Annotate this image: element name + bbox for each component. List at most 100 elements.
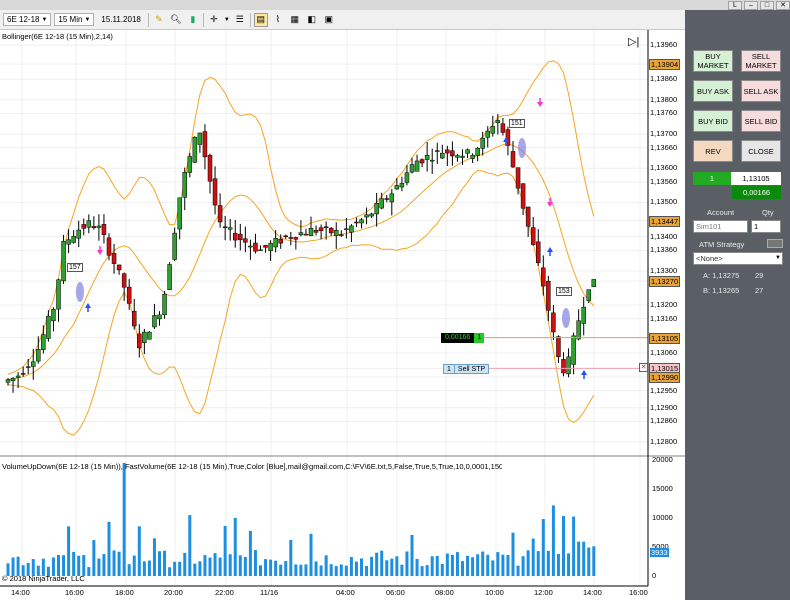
unrealized-pnl: 0,00166 bbox=[732, 186, 781, 199]
candle-body bbox=[36, 349, 41, 362]
candle-body bbox=[293, 237, 299, 240]
cancel-order-icon[interactable]: ✕ bbox=[639, 363, 648, 372]
indicators-icon[interactable]: ⌇ bbox=[271, 13, 285, 27]
close-icon[interactable]: ✕ bbox=[776, 0, 790, 10]
volume-bar bbox=[193, 563, 197, 576]
volume-bar bbox=[329, 564, 333, 576]
volume-bar bbox=[486, 554, 490, 576]
candle-body bbox=[541, 267, 546, 287]
price-axis-tick: 1,13860 bbox=[650, 74, 678, 84]
draw-pencil-icon[interactable]: ✎ bbox=[152, 13, 166, 27]
candle-body bbox=[172, 232, 177, 260]
sell-bid-button[interactable]: SELL BID bbox=[741, 110, 781, 132]
candle-body bbox=[576, 320, 581, 340]
candle-body bbox=[116, 264, 122, 271]
time-axis-tick: 12:00 bbox=[534, 588, 553, 597]
candle-body bbox=[536, 241, 541, 263]
interval-selector[interactable]: 15 Min ▼ bbox=[54, 13, 95, 26]
crosshair-icon[interactable]: ✛ bbox=[207, 13, 221, 27]
bid-price: B: 1,13265 bbox=[703, 286, 740, 295]
bar-type-icon[interactable]: ▮ bbox=[186, 13, 200, 27]
candle-body bbox=[288, 237, 294, 239]
window-titlebar: L – □ ✕ bbox=[0, 0, 790, 10]
volume-bar bbox=[299, 564, 303, 576]
volume-bar bbox=[339, 564, 343, 576]
time-axis-tick: 10:00 bbox=[485, 588, 504, 597]
sell-market-button[interactable]: SELL MARKET bbox=[741, 50, 781, 72]
candle-body bbox=[187, 156, 193, 173]
volume-bar bbox=[491, 560, 495, 576]
sell-ask-button[interactable]: SELL ASK bbox=[741, 80, 781, 102]
buy-market-button[interactable]: BUY MARKET bbox=[693, 50, 733, 72]
signal-ellipse bbox=[76, 282, 84, 302]
magnifier-icon[interactable]: 🔍︎ bbox=[169, 13, 183, 27]
candle-body bbox=[409, 164, 415, 173]
volume-bar bbox=[324, 555, 328, 576]
candle-body bbox=[66, 239, 71, 245]
volume-bar bbox=[435, 555, 439, 576]
volume-bar bbox=[127, 564, 131, 576]
candle-body bbox=[520, 183, 526, 209]
candle-body bbox=[121, 273, 127, 288]
position-qty-value: 1 bbox=[474, 333, 485, 343]
position-pnl-marker[interactable]: 0,00166 1 bbox=[441, 333, 485, 343]
chevron-down-icon[interactable]: ▼ bbox=[224, 17, 230, 23]
close-position-button[interactable]: CLOSE bbox=[741, 140, 781, 162]
volume-bar bbox=[67, 526, 71, 576]
stop-order-marker[interactable]: 1 Sell STP bbox=[443, 364, 490, 374]
volume-bar bbox=[152, 538, 156, 576]
candle-body bbox=[263, 245, 268, 248]
snapshot-icon[interactable]: ▣ bbox=[322, 13, 336, 27]
layout-button[interactable]: L bbox=[728, 0, 742, 10]
candle-body bbox=[364, 214, 369, 218]
qty-stepper[interactable]: 1 bbox=[751, 220, 781, 233]
maximize-icon[interactable]: □ bbox=[760, 0, 774, 10]
account-select[interactable]: Sim101 bbox=[693, 220, 748, 233]
candle-body bbox=[238, 233, 243, 241]
price-chart[interactable] bbox=[0, 30, 685, 600]
chart-panel[interactable]: Bollinger(6E 12-18 (15 Min),2,14) Volume… bbox=[0, 30, 685, 600]
chart-scroll-end-icon[interactable]: ▷| bbox=[628, 35, 639, 48]
volume-bar bbox=[440, 563, 444, 576]
instrument-selector[interactable]: 6E 12-18 ▼ bbox=[3, 13, 52, 26]
candle-body bbox=[81, 224, 86, 229]
atm-strategy-select[interactable]: <None> bbox=[693, 252, 783, 265]
candle-body bbox=[470, 154, 475, 159]
reverse-button[interactable]: REV bbox=[693, 140, 733, 162]
volume-bar bbox=[471, 557, 475, 576]
candle-body bbox=[323, 226, 329, 228]
minimize-icon[interactable]: – bbox=[744, 0, 758, 10]
volume-bar bbox=[526, 550, 530, 576]
atm-strategy-label: ATM Strategy bbox=[699, 240, 745, 249]
time-axis-tick: 14:00 bbox=[11, 588, 30, 597]
candle-body bbox=[96, 225, 102, 228]
volume-bar bbox=[248, 530, 252, 576]
volume-bar bbox=[117, 551, 121, 576]
volume-bar bbox=[592, 546, 596, 576]
volume-bar bbox=[132, 555, 136, 576]
volume-bar bbox=[400, 564, 404, 576]
price-axis-tick: 1,13760 bbox=[650, 108, 678, 118]
candle-body bbox=[359, 219, 364, 224]
volume-bar bbox=[168, 567, 172, 576]
candle-body bbox=[379, 198, 384, 209]
volume-bar bbox=[314, 561, 318, 576]
properties-icon[interactable]: ☰ bbox=[233, 13, 247, 27]
chart-trader-icon[interactable]: ▤ bbox=[253, 12, 268, 27]
strategies-icon[interactable]: ▦ bbox=[288, 13, 302, 27]
candle-body bbox=[167, 264, 172, 290]
volume-bar bbox=[87, 567, 91, 576]
atm-config-icon[interactable] bbox=[767, 239, 783, 248]
volume-bar bbox=[344, 565, 348, 576]
candle-body bbox=[61, 241, 66, 282]
volume-bar bbox=[243, 556, 247, 576]
buy-ask-button[interactable]: BUY ASK bbox=[693, 80, 733, 102]
data-box-icon[interactable]: ◧ bbox=[305, 13, 319, 27]
candle-body bbox=[111, 253, 117, 264]
volume-bar bbox=[183, 552, 187, 576]
stop-order-qty: 1 bbox=[444, 365, 455, 373]
buy-bid-button[interactable]: BUY BID bbox=[693, 110, 733, 132]
volume-bar bbox=[274, 560, 278, 576]
candle-body bbox=[500, 123, 506, 133]
volume-bar bbox=[496, 552, 500, 576]
